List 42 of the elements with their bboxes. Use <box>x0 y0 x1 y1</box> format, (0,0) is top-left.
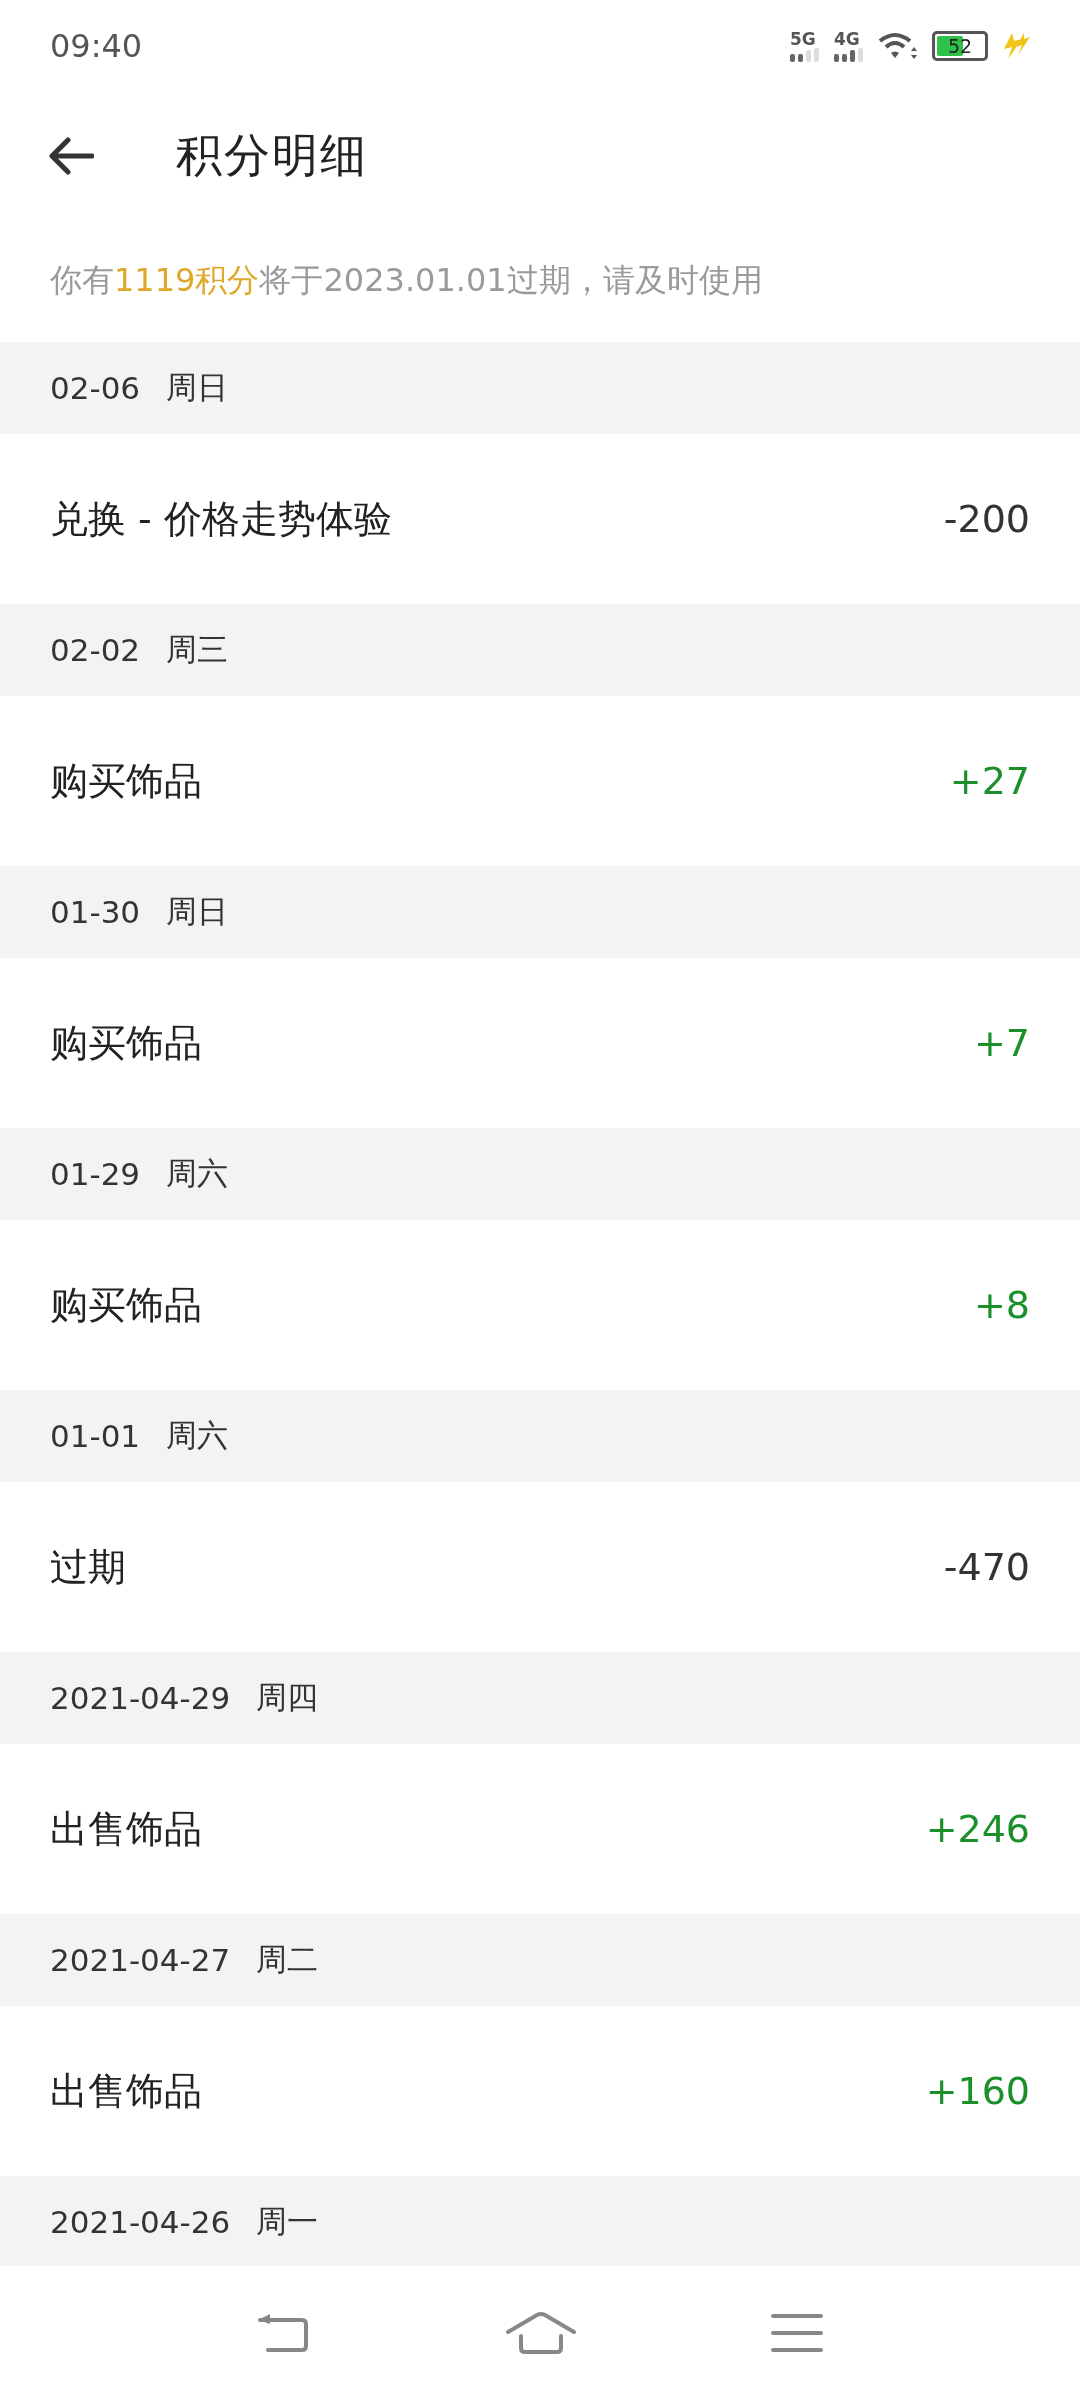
charging-icon <box>1002 33 1030 59</box>
points-amount: +8 <box>973 1283 1030 1327</box>
points-amount: -470 <box>943 1545 1030 1589</box>
date-label: 2021-04-29 <box>50 1680 231 1716</box>
back-icon[interactable] <box>46 136 94 176</box>
home-icon[interactable] <box>505 2310 577 2356</box>
transaction-title: 购买饰品 <box>50 1019 202 1067</box>
weekday-label: 周二 <box>256 1940 319 1979</box>
points-amount: -200 <box>943 497 1030 541</box>
menu-icon[interactable] <box>769 2312 824 2354</box>
points-amount: +246 <box>925 1807 1030 1851</box>
signal-icon <box>790 48 820 62</box>
weekday-label: 周日 <box>166 368 229 407</box>
date-label: 02-02 <box>50 632 141 668</box>
weekday-label: 周六 <box>166 1154 229 1193</box>
weekday-label: 周六 <box>166 1416 229 1455</box>
transaction-title: 出售饰品 <box>50 2067 202 2115</box>
points-amount: +160 <box>925 2069 1030 2113</box>
weekday-label: 周三 <box>166 630 229 669</box>
points-amount: +27 <box>949 759 1030 803</box>
weekday-label: 周日 <box>166 892 229 931</box>
date-label: 2021-04-26 <box>50 2204 231 2240</box>
expiry-notice: 你有1119积分将于2023.01.01过期，请及时使用 <box>49 260 764 301</box>
network-label: 5G <box>790 30 816 48</box>
transaction-title: 出售饰品 <box>50 1805 202 1853</box>
signal-icon <box>834 48 864 62</box>
date-label: 01-29 <box>50 1156 141 1192</box>
points-amount: +7 <box>973 1021 1030 1065</box>
date-label: 01-01 <box>50 1418 141 1454</box>
transaction-title: 兑换 - 价格走势体验 <box>50 495 392 543</box>
wifi-icon <box>878 31 918 61</box>
transaction-title: 购买饰品 <box>50 1281 202 1329</box>
transaction-title: 购买饰品 <box>50 757 202 805</box>
network-label: 4G <box>834 30 860 48</box>
status-time: 09:40 <box>50 27 143 65</box>
date-label: 01-30 <box>50 894 141 930</box>
page-title: 积分明细 <box>176 127 368 184</box>
weekday-label: 周四 <box>256 1678 319 1717</box>
date-label: 2021-04-27 <box>50 1942 231 1978</box>
transaction-title: 过期 <box>50 1543 126 1591</box>
date-label: 02-06 <box>50 370 141 406</box>
weekday-label: 周一 <box>256 2202 319 2241</box>
